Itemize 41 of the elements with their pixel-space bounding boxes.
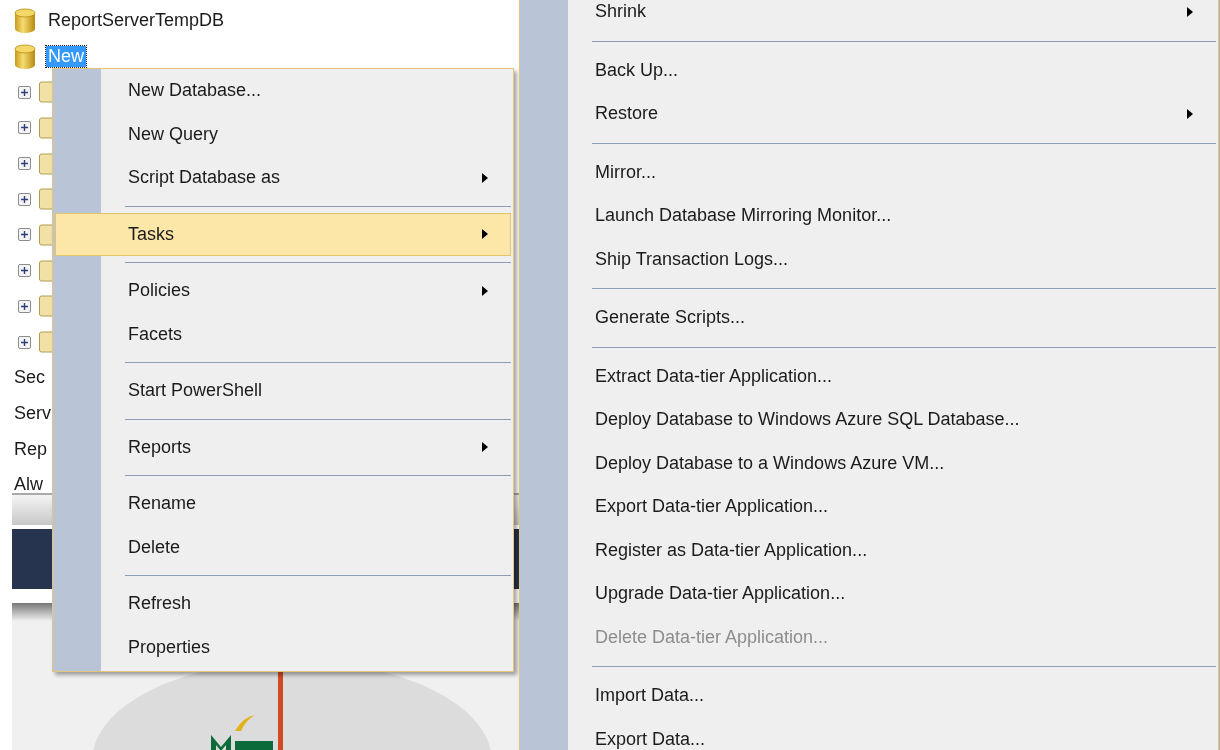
expand-icon[interactable]: [18, 299, 31, 313]
menu-item[interactable]: Shrink: [522, 0, 1216, 34]
menu-item[interactable]: Back Up...: [522, 48, 1216, 92]
tree-item[interactable]: Serv: [14, 402, 51, 424]
menu-item[interactable]: Import Data...: [522, 674, 1216, 718]
menu-item[interactable]: Extract Data-tier Application...: [522, 354, 1216, 398]
menu-item[interactable]: Export Data...: [522, 717, 1216, 750]
menu-item[interactable]: Policies: [55, 269, 511, 313]
menu-item[interactable]: Generate Scripts...: [522, 296, 1216, 340]
menu-item[interactable]: Export Data-tier Application...: [522, 485, 1216, 529]
menu-item[interactable]: Refresh: [55, 582, 511, 626]
expand-icon[interactable]: [18, 228, 31, 242]
tree-item[interactable]: Alw: [14, 474, 43, 493]
menu-item[interactable]: Reports: [55, 425, 511, 469]
menu-item[interactable]: Rename: [55, 482, 511, 526]
expand-icon[interactable]: [18, 157, 31, 171]
expand-icon[interactable]: [18, 85, 31, 99]
menu-item[interactable]: Deploy Database to Windows Azure SQL Database...: [522, 398, 1216, 442]
menu-item[interactable]: Start PowerShell: [55, 369, 511, 413]
menu-item[interactable]: Script Database as: [55, 156, 511, 200]
tree-item[interactable]: Rep: [14, 438, 48, 460]
menu-item[interactable]: Deploy Database to a Windows Azure VM...: [522, 441, 1216, 485]
expand-icon[interactable]: [18, 335, 31, 349]
database-icon: [14, 43, 36, 70]
menu-item[interactable]: Facets: [55, 312, 511, 356]
menu-item[interactable]: Ship Transaction Logs...: [522, 237, 1216, 281]
menu-item[interactable]: Register as Data-tier Application...: [522, 528, 1216, 572]
expand-icon[interactable]: [18, 121, 31, 135]
menu-item[interactable]: Launch Database Mirroring Monitor...: [522, 194, 1216, 238]
tree-item[interactable]: ReportServerTempDB: [46, 10, 227, 32]
menu-item[interactable]: Upgrade Data-tier Application...: [522, 572, 1216, 616]
menu-item[interactable]: New Database...: [55, 69, 511, 113]
expand-icon[interactable]: [18, 264, 31, 278]
tree-item[interactable]: Sec: [14, 367, 46, 389]
menu-item[interactable]: Restore: [522, 92, 1216, 136]
menu-item[interactable]: Mirror...: [522, 150, 1216, 194]
menu-item[interactable]: New Query: [55, 112, 511, 156]
menu-item[interactable]: Delete: [55, 525, 511, 569]
expand-icon[interactable]: [18, 192, 31, 206]
menu-item[interactable]: Tasks: [55, 212, 511, 256]
database-icon: [14, 7, 36, 34]
